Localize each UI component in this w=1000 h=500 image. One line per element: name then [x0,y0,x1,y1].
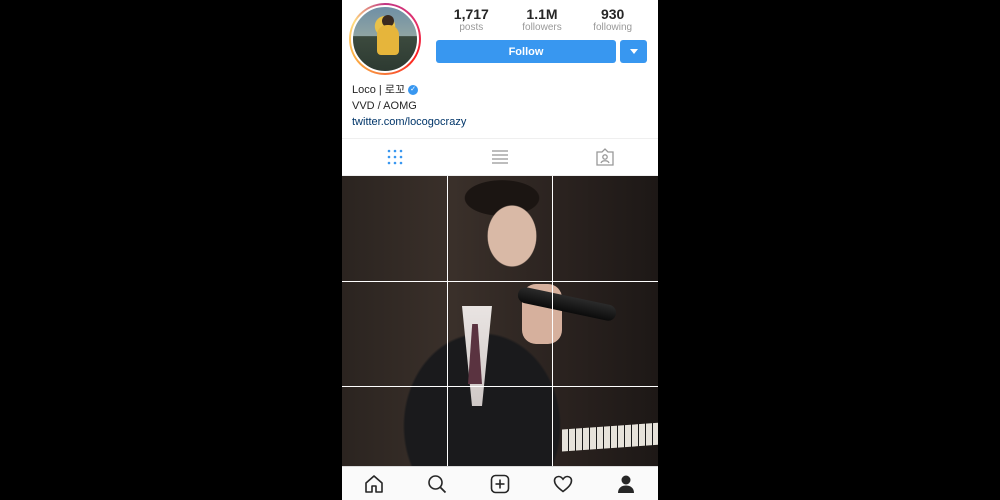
stat-following[interactable]: 930 following [578,6,648,34]
profile-icon [618,475,635,493]
heart-icon [553,475,573,493]
stat-posts-label: posts [459,22,484,33]
instagram-profile-screen: 1,717 posts 1.1M followers 930 following… [342,0,658,500]
nav-home[interactable] [362,472,386,496]
grid-divider-horizontal-2 [342,386,658,387]
nav-add-post[interactable] [488,472,512,496]
tagged-photos-icon [596,148,614,166]
suggested-dropdown-button[interactable] [620,40,647,63]
photo-piano-keys [562,422,658,452]
bio-text: VVD / AOMG [352,100,417,112]
tab-list[interactable] [447,139,552,175]
stat-followers-label: followers [522,22,562,33]
profile-stats: 1,717 posts 1.1M followers 930 following [436,6,648,34]
nav-search[interactable] [425,472,449,496]
add-post-icon [490,474,510,493]
follow-actions: Follow [436,40,647,63]
tab-tagged[interactable] [553,139,658,175]
chevron-down-icon [629,49,638,54]
profile-name: Loco | 로꼬 [352,84,406,96]
follow-button[interactable]: Follow [436,40,616,63]
grid-divider-vertical-1 [447,176,448,466]
profile-header: 1,717 posts 1.1M followers 930 following… [342,0,658,138]
search-icon [427,474,446,493]
grid-divider-horizontal-1 [342,281,658,282]
stat-following-label: following [593,22,633,33]
stat-followers[interactable]: 1.1M followers [507,6,577,34]
nav-activity[interactable] [551,472,575,496]
stat-posts[interactable]: 1,717 posts [436,6,506,34]
profile-bio: Loco | 로꼬 ✓ VVD / AOMG twitter.com/locog… [352,82,466,130]
photo-grid[interactable] [342,176,658,466]
home-icon [364,474,383,493]
stat-followers-value: 1.1M [526,6,558,22]
profile-link[interactable]: twitter.com/locogocrazy [352,114,466,130]
bottom-navigation [342,466,658,500]
nav-profile[interactable] [614,472,638,496]
profile-name-row: Loco | 로꼬 ✓ [352,82,466,98]
tab-grid[interactable] [342,139,447,175]
grid-divider-vertical-2 [552,176,553,466]
story-ring[interactable] [349,3,421,75]
profile-tabs [342,138,658,176]
grid-view-icon [387,149,402,165]
verified-badge-icon: ✓ [408,85,419,95]
stat-following-value: 930 [600,6,625,22]
stat-posts-value: 1,717 [453,6,489,22]
avatar-figure [377,25,399,55]
list-view-icon [491,150,508,164]
avatar[interactable] [351,5,419,73]
